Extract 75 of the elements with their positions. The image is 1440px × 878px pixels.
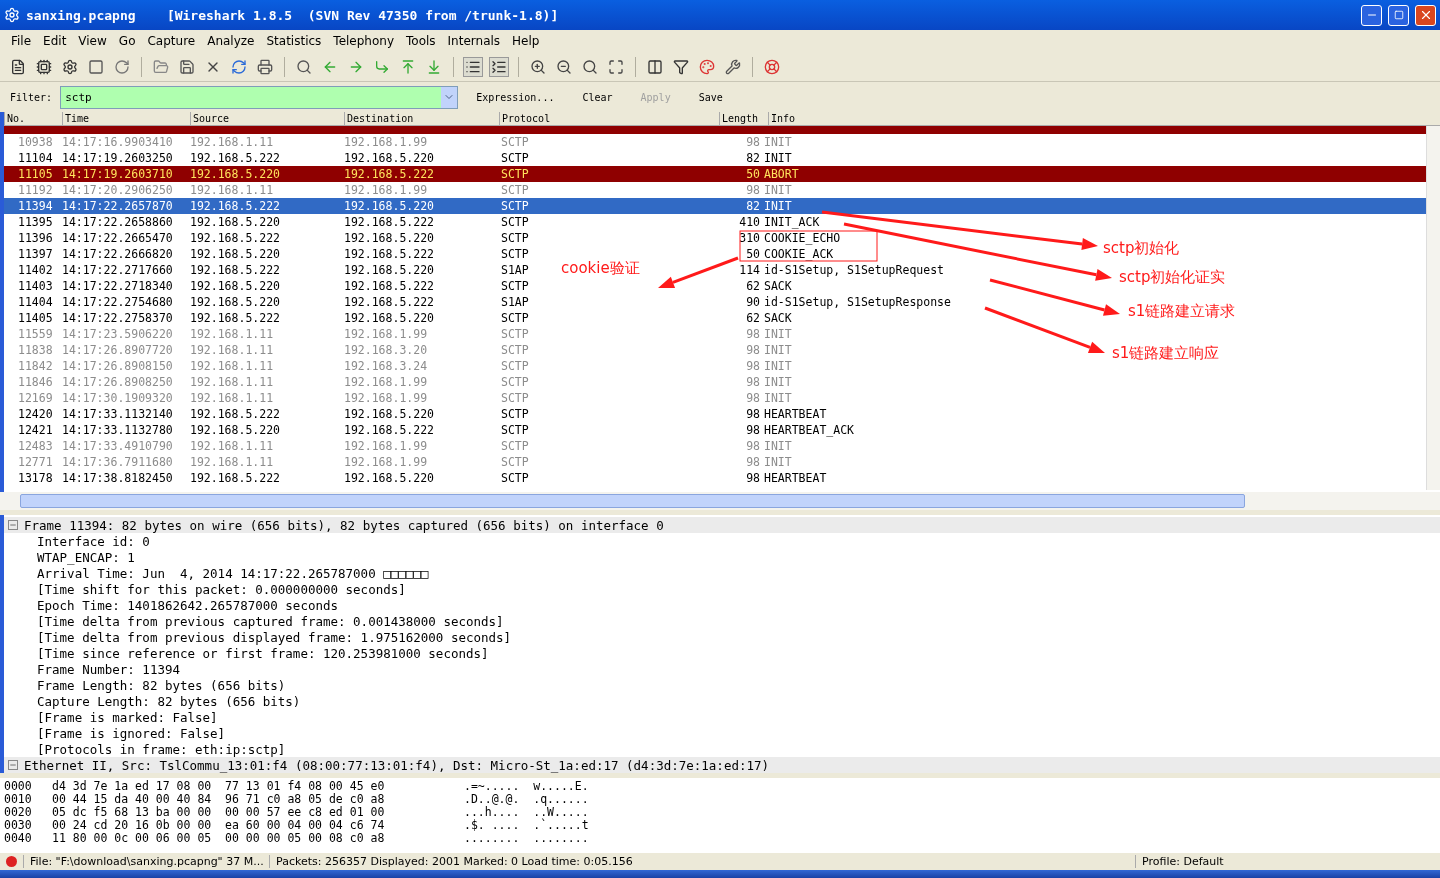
window-title: sanxing.pcapng [Wireshark 1.8.5 (SVN Rev 47350 from /trunk-1.8)] <box>26 7 560 23</box>
menu-item[interactable]: View <box>73 34 112 48</box>
hex-ascii: .D..@.@. .q...... <box>464 793 590 806</box>
menu-item[interactable]: Edit <box>38 34 72 48</box>
menu-item[interactable]: Go <box>113 34 141 48</box>
hex-offset: 0030 <box>4 819 33 832</box>
filter-label: Filter: <box>10 91 53 103</box>
menu-item[interactable]: File <box>6 34 37 48</box>
menu-item[interactable]: Statistics <box>261 34 327 48</box>
hex-offset: 0040 <box>4 832 33 845</box>
menu-item[interactable]: Tools <box>401 34 441 48</box>
status-packets: Packets: 256357 Displayed: 2001 Marked: 0 Load time: 0:05.156 <box>269 855 1129 868</box>
column-header[interactable]: Info <box>768 112 1440 125</box>
packet-row[interactable]: 11394 14:17:22.2657870 192.168.5.222 192.168.5.220 SCTP 82 INIT <box>4 198 1426 214</box>
tree-item: Ethernet II, Src: TslCommu_13:01:f4 (08:00:77:13:01:f4), Dst: Micro-St_1a:ed:17 (d4:3d:7e:1a:ed:17) <box>24 757 770 773</box>
hex-bytes: 00 24 cd 20 16 0b 00 00 ea 60 00 04 00 04 c6 74 <box>52 819 386 832</box>
tree-item: [Time shift for this packet: 0.000000000 seconds] <box>37 581 406 597</box>
column-header[interactable]: No. <box>4 112 62 125</box>
hex-bytes: d4 3d 7e 1a ed 17 08 00 77 13 01 f4 08 00 45 e0 <box>52 780 386 793</box>
tree-item: Epoch Time: 1401862642.265787000 seconds <box>37 597 339 613</box>
filter-button[interactable]: Clear <box>572 91 623 103</box>
hex-offset: 0020 <box>4 806 33 819</box>
status-icon[interactable] <box>6 856 17 867</box>
tree-item: [Frame is marked: False] <box>37 709 218 725</box>
annotation-label: sctp初始化证实 <box>1119 268 1226 287</box>
hex-offset: 0000 <box>4 780 33 793</box>
tree-item: [Time delta from previous captured frame: 0.001438000 seconds] <box>37 613 504 629</box>
menu-item[interactable]: Help <box>507 34 545 48</box>
filter-field[interactable]: sctp <box>60 85 459 109</box>
minimize-button[interactable] <box>1361 4 1382 26</box>
annotation-label: s1链路建立响应 <box>1112 344 1220 363</box>
status-profile: Profile: Default <box>1135 855 1395 868</box>
scrollbar[interactable] <box>1426 126 1440 490</box>
tree-item: Capture Length: 82 bytes (656 bits) <box>37 693 301 709</box>
column-header[interactable]: Protocol <box>499 112 719 125</box>
packet-row[interactable]: 11105 14:17:19.2603710 192.168.5.220 192.168.5.222 SCTP 50 ABORT <box>4 166 1426 182</box>
tree-item: Frame 11394: 82 bytes on wire (656 bits), 82 bytes captured (656 bits) on interface 0 <box>24 517 664 533</box>
close-button[interactable] <box>1415 4 1436 26</box>
tree-item: Frame Length: 82 bytes (656 bits) <box>37 677 286 693</box>
hex-ascii: ........ ........ <box>464 832 590 845</box>
hex-bytes: 05 dc f5 68 13 ba 00 00 00 00 57 ee c8 ed 01 00 <box>52 806 386 819</box>
tree-item: Arrival Time: Jun 4, 2014 14:17:22.265787000 □□□□□□ <box>37 565 429 581</box>
app-icon <box>4 7 20 23</box>
tree-item: WTAP_ENCAP: 1 <box>37 549 135 565</box>
filter-button[interactable]: Save <box>688 91 733 103</box>
tree-item: [Time since reference or first frame: 120.253981000 seconds] <box>37 645 489 661</box>
hex-bytes: 00 44 15 da 40 00 40 84 96 71 c0 a8 05 de c0 a8 <box>52 793 386 806</box>
maximize-button[interactable] <box>1388 4 1409 26</box>
hex-ascii: ...h.... ..W..... <box>464 806 590 819</box>
collapse-icon[interactable] <box>8 760 18 770</box>
menu-item[interactable]: Capture <box>142 34 201 48</box>
hex-bytes: 11 80 00 0c 00 06 00 05 00 00 00 05 00 08 c0 a8 <box>52 832 386 845</box>
column-header[interactable]: Source <box>190 112 344 125</box>
annotation-label: cookie验证 <box>561 259 640 278</box>
status-file: File: "F:\download\sanxing.pcapng" 37 M... <box>23 855 263 868</box>
menu-item[interactable]: Analyze <box>202 34 260 48</box>
menu-item[interactable]: Internals <box>442 34 506 48</box>
annotation-label: sctp初始化 <box>1103 239 1180 258</box>
tree-item: [Frame is ignored: False] <box>37 725 226 741</box>
tree-item: [Protocols in frame: eth:ip:sctp] <box>37 741 286 757</box>
tree-item: Frame Number: 11394 <box>37 661 180 677</box>
menu-item[interactable]: Telephony <box>328 34 399 48</box>
filter-button[interactable]: Expression... <box>466 91 565 103</box>
tree-item: Interface id: 0 <box>37 533 150 549</box>
tree-item: [Time delta from previous displayed frame: 1.975162000 seconds] <box>37 629 512 645</box>
column-header[interactable]: Time <box>62 112 190 125</box>
column-header[interactable]: Length <box>719 112 768 125</box>
collapse-icon[interactable] <box>8 520 18 530</box>
hex-ascii: .=~..... w.....E. <box>464 780 590 793</box>
hex-ascii: .$. .... .`.....t <box>464 819 590 832</box>
horizontal-scrollbar[interactable] <box>0 492 1440 510</box>
hex-offset: 0010 <box>4 793 33 806</box>
annotation-label: s1链路建立请求 <box>1128 302 1236 321</box>
maximize-icon <box>1393 10 1404 20</box>
column-header[interactable]: Destination <box>344 112 499 125</box>
